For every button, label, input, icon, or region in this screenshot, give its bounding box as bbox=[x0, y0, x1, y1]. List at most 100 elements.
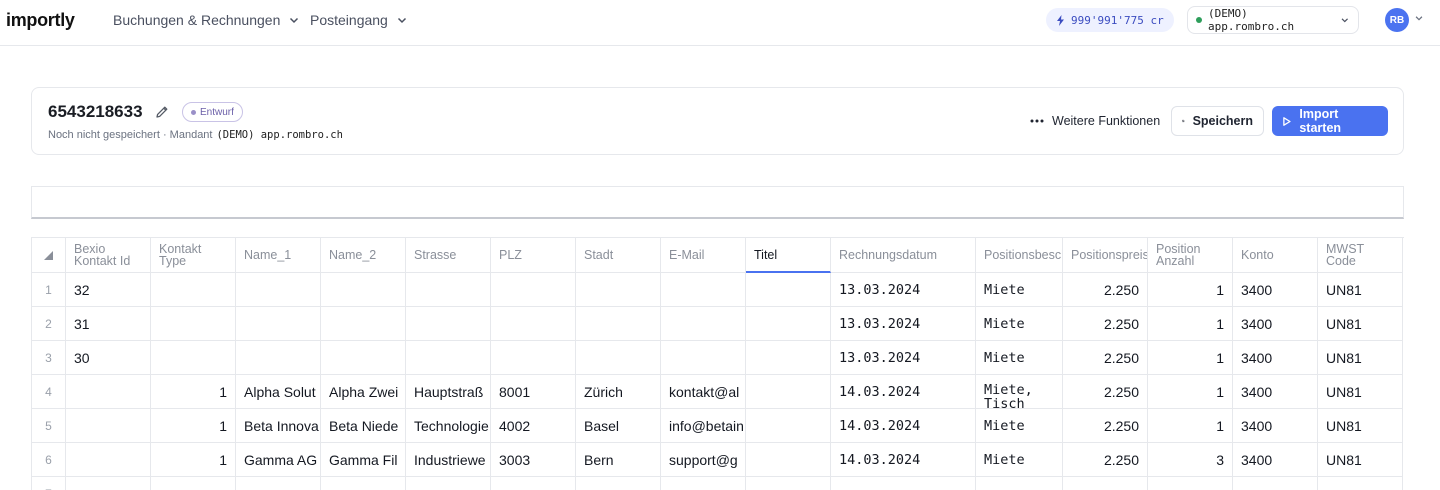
table-cell[interactable]: 3003 bbox=[491, 443, 576, 477]
row-number[interactable]: 1 bbox=[32, 273, 66, 307]
table-cell[interactable]: 2.250 bbox=[1063, 375, 1148, 409]
table-cell[interactable]: 1 bbox=[1148, 341, 1233, 375]
table-cell[interactable]: 2.250 bbox=[1063, 341, 1148, 375]
tenant-selector[interactable]: (DEMO) app.rombro.ch bbox=[1187, 6, 1359, 34]
table-cell[interactable]: 1 bbox=[151, 409, 236, 443]
column-header[interactable]: Bexio Kontakt Id bbox=[66, 238, 151, 273]
column-header[interactable]: PLZ bbox=[491, 238, 576, 273]
table-cell[interactable]: Beta Innova bbox=[236, 409, 321, 443]
row-number[interactable]: 4 bbox=[32, 375, 66, 409]
table-cell[interactable] bbox=[491, 477, 576, 490]
row-number[interactable]: 7 bbox=[32, 477, 66, 490]
table-cell[interactable] bbox=[1233, 477, 1318, 490]
table-cell[interactable] bbox=[491, 341, 576, 375]
table-cell[interactable]: 1 bbox=[1148, 409, 1233, 443]
table-cell[interactable]: 3400 bbox=[1233, 409, 1318, 443]
table-cell[interactable] bbox=[406, 307, 491, 341]
table-cell[interactable]: Alpha Zwei bbox=[321, 375, 406, 409]
table-cell[interactable]: 14.03.2024 bbox=[831, 375, 976, 409]
table-cell[interactable] bbox=[746, 375, 831, 409]
table-cell[interactable] bbox=[66, 477, 151, 490]
nav-menu-bookings[interactable]: Buchungen & Rechnungen bbox=[113, 12, 300, 28]
column-header[interactable]: Titel bbox=[746, 238, 831, 273]
table-cell[interactable]: 1 bbox=[1148, 273, 1233, 307]
table-cell[interactable]: 2.250 bbox=[1063, 307, 1148, 341]
table-cell[interactable]: 8001 bbox=[491, 375, 576, 409]
table-cell[interactable]: 30 bbox=[66, 341, 151, 375]
column-header[interactable]: Positionspreis bbox=[1063, 238, 1148, 273]
table-cell[interactable]: 14.03.2024 bbox=[831, 443, 976, 477]
row-number[interactable]: 5 bbox=[32, 409, 66, 443]
table-cell[interactable]: 3400 bbox=[1233, 443, 1318, 477]
row-number[interactable]: 2 bbox=[32, 307, 66, 341]
column-header[interactable]: MWST Code bbox=[1318, 238, 1403, 273]
column-header[interactable]: Stadt bbox=[576, 238, 661, 273]
table-cell[interactable]: info@betain bbox=[661, 409, 746, 443]
nav-menu-inbox[interactable]: Posteingang bbox=[310, 12, 408, 28]
table-cell[interactable]: Basel bbox=[576, 409, 661, 443]
table-cell[interactable]: 3 bbox=[1148, 443, 1233, 477]
column-header[interactable]: Position Anzahl bbox=[1148, 238, 1233, 273]
chevron-down-icon[interactable] bbox=[1414, 13, 1424, 23]
row-number[interactable]: 3 bbox=[32, 341, 66, 375]
table-cell[interactable] bbox=[661, 273, 746, 307]
table-cell[interactable] bbox=[576, 341, 661, 375]
table-cell[interactable]: 13.03.2024 bbox=[831, 307, 976, 341]
table-cell[interactable]: 3400 bbox=[1233, 307, 1318, 341]
table-cell[interactable]: Bern bbox=[576, 443, 661, 477]
column-header[interactable]: E-Mail bbox=[661, 238, 746, 273]
table-cell[interactable]: 4002 bbox=[491, 409, 576, 443]
app-logo[interactable]: importly bbox=[6, 10, 75, 31]
table-cell[interactable]: kontakt@al bbox=[661, 375, 746, 409]
table-cell[interactable] bbox=[151, 477, 236, 490]
row-number[interactable]: 6 bbox=[32, 443, 66, 477]
table-cell[interactable]: Miete bbox=[976, 341, 1063, 375]
table-cell[interactable] bbox=[746, 307, 831, 341]
table-cell[interactable] bbox=[746, 341, 831, 375]
table-cell[interactable] bbox=[661, 307, 746, 341]
table-cell[interactable] bbox=[321, 477, 406, 490]
table-cell[interactable]: 2.250 bbox=[1063, 409, 1148, 443]
table-cell[interactable]: 32 bbox=[66, 273, 151, 307]
avatar[interactable]: RB bbox=[1385, 8, 1409, 32]
credits-badge[interactable]: 999'991'775 cr bbox=[1046, 8, 1174, 32]
table-cell[interactable] bbox=[746, 273, 831, 307]
column-header[interactable]: Positionsbeschreibung bbox=[976, 238, 1063, 273]
table-cell[interactable]: 3400 bbox=[1233, 341, 1318, 375]
save-button[interactable]: Speichern bbox=[1171, 106, 1264, 136]
table-cell[interactable] bbox=[236, 341, 321, 375]
table-cell[interactable]: UN81 bbox=[1318, 443, 1403, 477]
table-cell[interactable] bbox=[1148, 477, 1233, 490]
more-functions-button[interactable]: Weitere Funktionen bbox=[1022, 106, 1168, 136]
table-cell[interactable]: 3400 bbox=[1233, 375, 1318, 409]
table-cell[interactable]: UN81 bbox=[1318, 341, 1403, 375]
table-cell[interactable]: Hauptstraß bbox=[406, 375, 491, 409]
column-header[interactable]: Name_2 bbox=[321, 238, 406, 273]
table-cell[interactable]: Gamma Fil bbox=[321, 443, 406, 477]
table-cell[interactable] bbox=[576, 273, 661, 307]
table-cell[interactable] bbox=[406, 477, 491, 490]
table-cell[interactable]: 31 bbox=[66, 307, 151, 341]
table-cell[interactable]: Miete, Tisch bbox=[976, 375, 1063, 409]
table-cell[interactable]: 13.03.2024 bbox=[831, 273, 976, 307]
column-header[interactable]: Strasse bbox=[406, 238, 491, 273]
table-cell[interactable]: Miete bbox=[976, 409, 1063, 443]
table-cell[interactable] bbox=[1318, 477, 1403, 490]
table-cell[interactable]: 2.250 bbox=[1063, 273, 1148, 307]
table-cell[interactable] bbox=[321, 307, 406, 341]
table-cell[interactable] bbox=[236, 477, 321, 490]
table-cell[interactable] bbox=[576, 477, 661, 490]
table-cell[interactable]: 1 bbox=[151, 375, 236, 409]
table-cell[interactable] bbox=[66, 443, 151, 477]
table-cell[interactable] bbox=[661, 477, 746, 490]
column-header[interactable]: Name_1 bbox=[236, 238, 321, 273]
table-cell[interactable] bbox=[236, 307, 321, 341]
table-cell[interactable] bbox=[151, 341, 236, 375]
table-cell[interactable]: Industriewe bbox=[406, 443, 491, 477]
table-cell[interactable]: 1 bbox=[151, 443, 236, 477]
table-cell[interactable] bbox=[746, 409, 831, 443]
table-cell[interactable]: Miete bbox=[976, 443, 1063, 477]
table-cell[interactable] bbox=[321, 273, 406, 307]
table-cell[interactable]: Technologie bbox=[406, 409, 491, 443]
table-cell[interactable]: Zürich bbox=[576, 375, 661, 409]
